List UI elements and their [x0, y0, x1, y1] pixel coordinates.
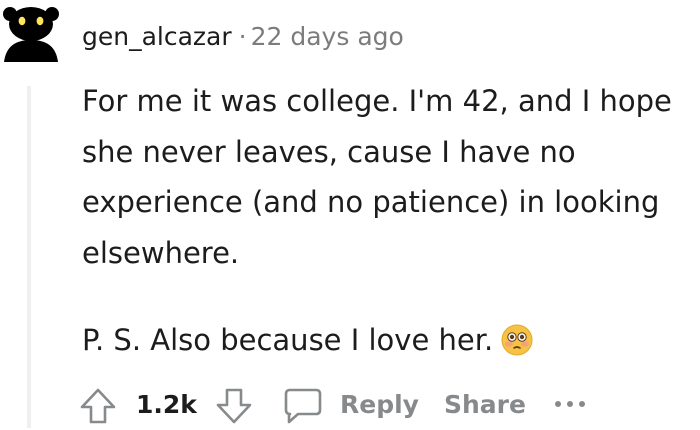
arrow-down-icon[interactable]: [214, 386, 254, 426]
share-button[interactable]: Share: [444, 390, 526, 420]
comment-header: gen_alcazar · 22 days ago: [82, 20, 404, 54]
reply-button[interactable]: Reply: [340, 390, 419, 420]
comment-paragraph-text: P. S. Also because I love her.: [82, 323, 494, 357]
vote-count: 1.2k: [136, 390, 197, 419]
flushed-face-emoji-icon: [501, 321, 533, 356]
meta-separator: ·: [238, 22, 247, 51]
comment-body: For me it was college. I'm 42, and I hop…: [82, 76, 694, 366]
comment-actions-bar: 1.2k Reply Share: [78, 382, 678, 428]
comment-paragraph: For me it was college. I'm 42, and I hop…: [82, 84, 672, 270]
comment-paragraph: P. S. Also because I love her.: [82, 315, 694, 366]
arrow-up-icon[interactable]: [78, 386, 118, 426]
username-link[interactable]: gen_alcazar: [82, 22, 232, 51]
ellipsis-icon[interactable]: [552, 396, 592, 412]
speech-bubble-icon[interactable]: [282, 386, 324, 426]
comment-timestamp[interactable]: 22 days ago: [251, 22, 404, 51]
thread-line[interactable]: [27, 86, 31, 428]
user-avatar-icon[interactable]: [0, 0, 62, 62]
